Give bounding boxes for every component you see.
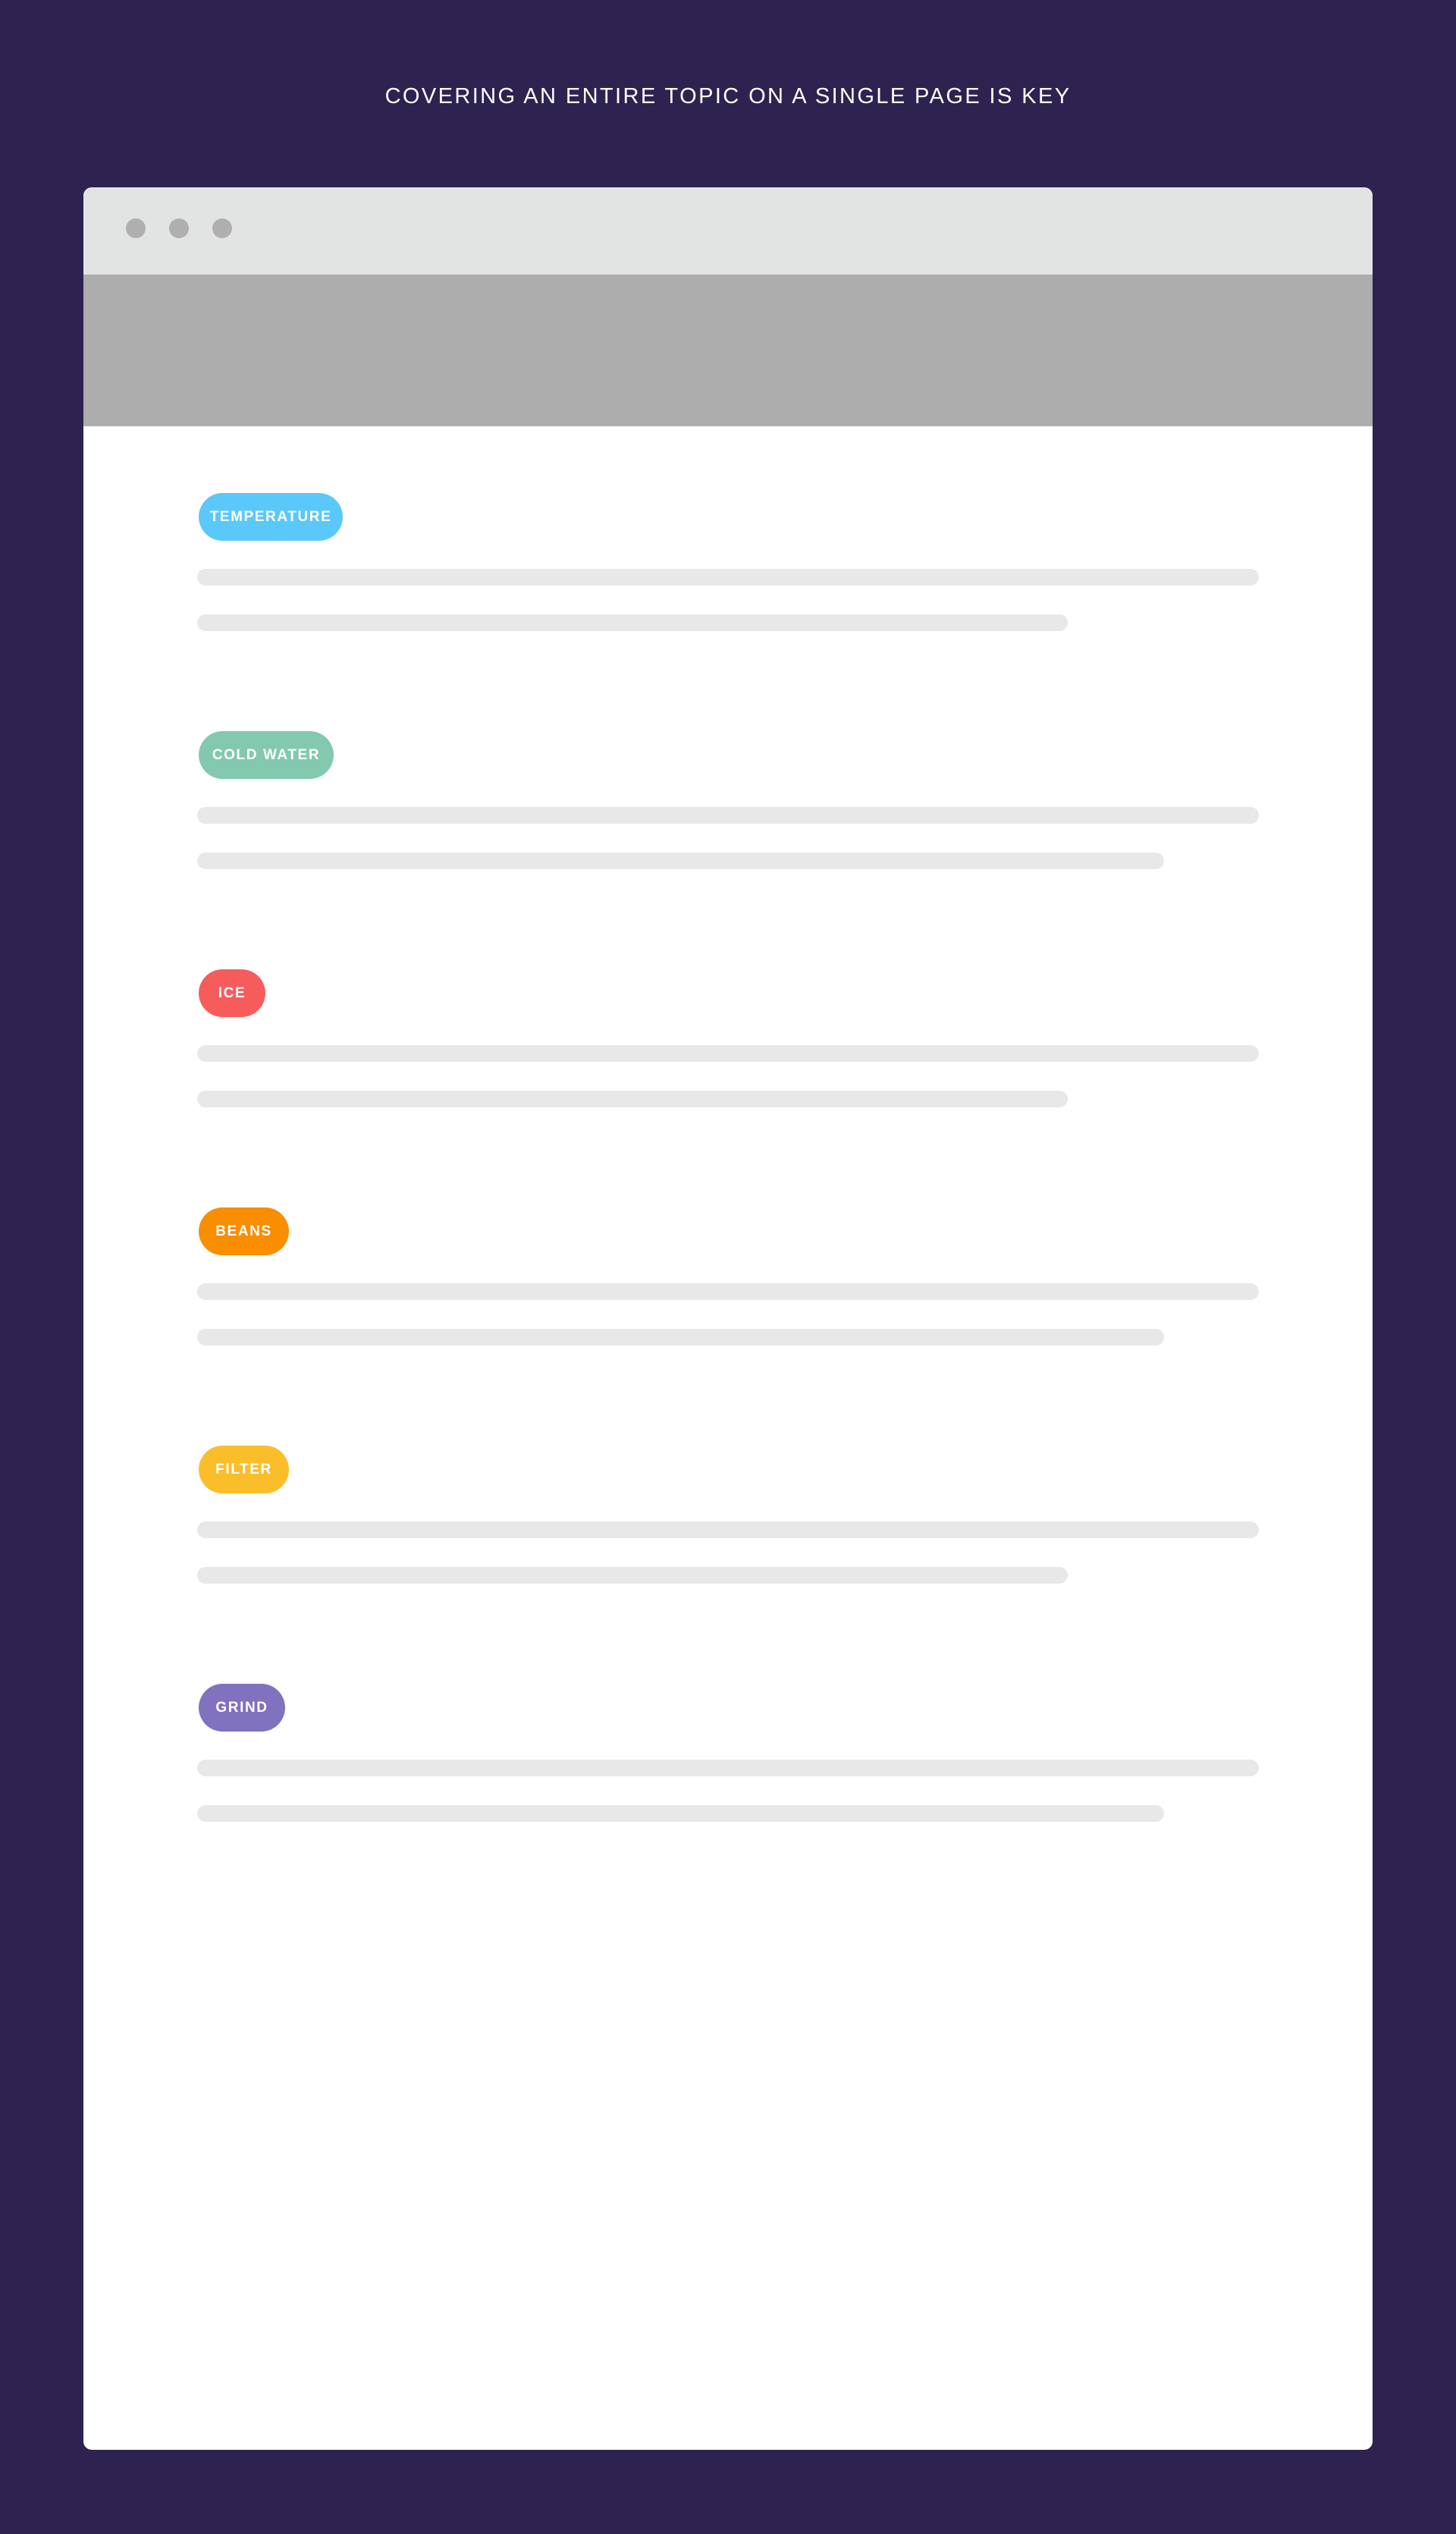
page-title: COVERING AN ENTIRE TOPIC ON A SINGLE PAG…: [384, 84, 1072, 108]
close-dot-icon[interactable]: [126, 218, 146, 238]
page-root: COVERING AN ENTIRE TOPIC ON A SINGLE PAG…: [0, 0, 1456, 2534]
skeleton-text-line: [197, 1329, 1164, 1346]
browser-titlebar: [83, 187, 1373, 275]
content-section: TEMPERATURE: [83, 493, 1373, 631]
page-content-sections: TEMPERATURE COLD WATER ICE BEANS FILTER GRIND: [83, 426, 1373, 1822]
window-control-dots: [126, 218, 232, 238]
skeleton-text-line: [197, 614, 1068, 631]
hero-image-placeholder: [83, 275, 1373, 426]
skeleton-text-line: [197, 1805, 1164, 1822]
minimize-dot-icon[interactable]: [169, 218, 189, 238]
section-tag-pill[interactable]: ICE: [199, 969, 265, 1017]
section-text-skeleton: [83, 1760, 1373, 1822]
browser-window-mockup: TEMPERATURE COLD WATER ICE BEANS FILTER GRIND: [83, 187, 1373, 2450]
section-text-skeleton: [83, 1283, 1373, 1346]
skeleton-text-line: [197, 1283, 1259, 1300]
skeleton-text-line: [197, 1521, 1259, 1538]
content-section: ICE: [83, 969, 1373, 1107]
section-tag-pill[interactable]: BEANS: [199, 1207, 289, 1255]
content-section: COLD WATER: [83, 731, 1373, 869]
skeleton-text-line: [197, 1091, 1068, 1107]
skeleton-text-line: [197, 853, 1164, 869]
section-tag-pill[interactable]: TEMPERATURE: [199, 493, 343, 541]
skeleton-text-line: [197, 1567, 1068, 1584]
skeleton-text-line: [197, 1045, 1259, 1062]
content-section: GRIND: [83, 1684, 1373, 1822]
skeleton-text-line: [197, 807, 1259, 824]
section-text-skeleton: [83, 1045, 1373, 1107]
section-text-skeleton: [83, 1521, 1373, 1584]
section-tag-pill[interactable]: COLD WATER: [199, 731, 334, 779]
skeleton-text-line: [197, 569, 1259, 586]
section-text-skeleton: [83, 807, 1373, 869]
content-section: FILTER: [83, 1446, 1373, 1584]
section-tag-pill[interactable]: GRIND: [199, 1684, 285, 1732]
section-text-skeleton: [83, 569, 1373, 631]
content-section: BEANS: [83, 1207, 1373, 1346]
maximize-dot-icon[interactable]: [212, 218, 232, 238]
section-tag-pill[interactable]: FILTER: [199, 1446, 289, 1493]
skeleton-text-line: [197, 1760, 1259, 1776]
